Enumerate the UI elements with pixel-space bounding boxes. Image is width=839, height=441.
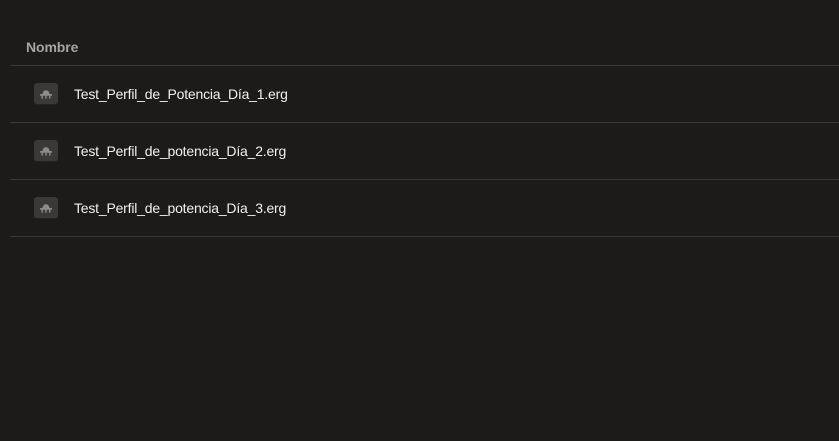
erg-workout-icon: [34, 83, 58, 105]
file-list: Nombre Test_Perfil_de_Potencia_Día_1.erg: [10, 29, 839, 237]
file-row[interactable]: Test_Perfil_de_potencia_Día_3.erg: [10, 180, 839, 237]
file-name: Test_Perfil_de_potencia_Día_2.erg: [74, 143, 287, 159]
erg-workout-icon: [34, 140, 58, 162]
file-name: Test_Perfil_de_potencia_Día_3.erg: [74, 200, 287, 216]
file-row[interactable]: Test_Perfil_de_Potencia_Día_1.erg: [10, 66, 839, 123]
file-row[interactable]: Test_Perfil_de_potencia_Día_2.erg: [10, 123, 839, 180]
column-header-name[interactable]: Nombre: [10, 29, 839, 66]
column-header-label: Nombre: [26, 39, 79, 55]
erg-workout-icon: [34, 197, 58, 219]
file-name: Test_Perfil_de_Potencia_Día_1.erg: [74, 86, 288, 102]
